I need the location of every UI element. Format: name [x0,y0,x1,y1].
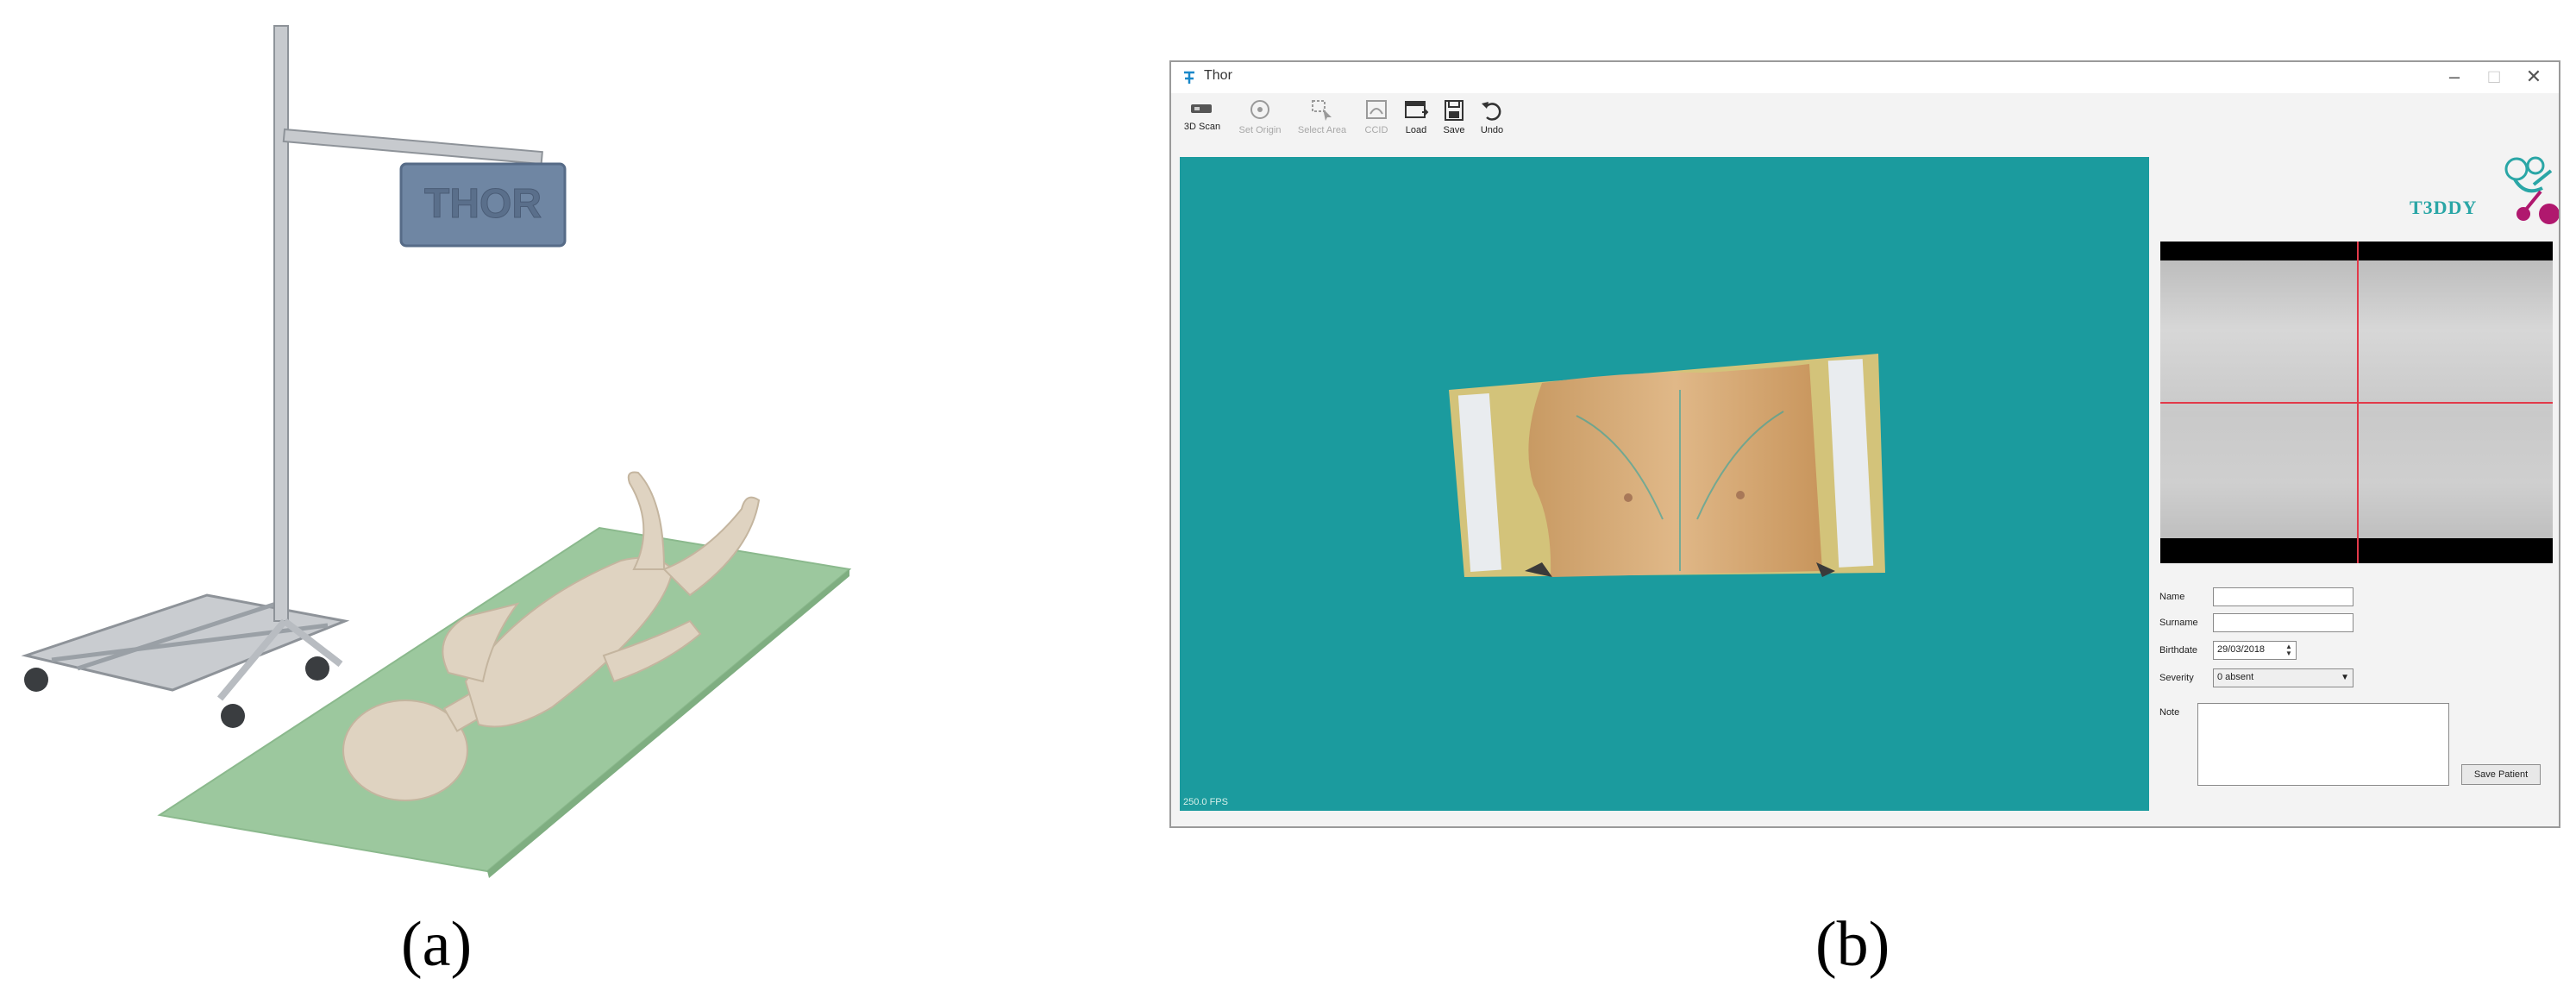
stand-arm [282,128,543,166]
save-icon [1445,100,1463,121]
severity-select[interactable]: 0 absent ▼ [2213,668,2353,687]
name-field[interactable] [2213,587,2353,606]
birthdate-value: 29/03/2018 [2217,644,2266,655]
teddy-logo-icon [2504,156,2559,224]
save-button[interactable]: Save [1437,97,1471,150]
minimize-button[interactable]: – [2435,64,2474,91]
crosshair-horizontal [2160,402,2553,404]
camera-preview [2160,242,2553,563]
set-origin-button[interactable]: Set Origin [1233,97,1287,150]
ccid-button[interactable]: CCID [1359,97,1394,150]
scanner-setup-illustration: THOR [0,0,949,897]
note-textarea[interactable] [2197,703,2449,786]
ccid-label: CCID [1364,125,1388,135]
figure-label-b: (b) [1815,909,1890,980]
save-label: Save [1443,125,1465,135]
teddy-logo-text: T3DDY [2410,197,2478,218]
toolbar: 3D Scan Set Origin Select Area CCID Load… [1171,93,2559,154]
scanner-render: THOR [21,25,852,878]
load-button[interactable]: Load [1399,97,1433,150]
3d-scan-button[interactable]: 3D Scan [1180,97,1225,150]
fps-readout: 250.0 FPS [1183,797,1228,807]
chevron-down-icon: ▼ [2341,673,2349,682]
device-brand-text: THOR [424,181,542,227]
undo-label: Undo [1480,125,1504,135]
ccid-icon [1366,100,1387,119]
3d-scan-label: 3D Scan [1183,122,1221,132]
note-label: Note [2159,707,2180,718]
window-title: Thor [1204,68,1232,83]
title-bar: Thor – □ ✕ [1171,62,2559,93]
set-origin-label: Set Origin [1238,125,1282,135]
load-icon [1405,101,1429,118]
load-label: Load [1405,125,1427,135]
select-area-button[interactable]: Select Area [1292,97,1352,150]
save-patient-button[interactable]: Save Patient [2461,764,2541,785]
severity-label: Severity [2159,673,2194,683]
spin-arrows-icon[interactable]: ▲ ▼ [2284,643,2294,657]
surname-label: Surname [2159,618,2198,628]
birthdate-field[interactable]: 29/03/2018 ▲ ▼ [2213,641,2297,660]
app-logo-icon [1184,71,1194,84]
close-button[interactable]: ✕ [2514,64,2554,91]
stand-pole [273,25,289,622]
undo-icon [1482,102,1501,121]
severity-value: 0 absent [2217,672,2254,682]
name-label: Name [2159,592,2185,602]
stand-base [21,593,350,728]
target-icon [1250,100,1269,119]
right-panel: T3DDY Name Surname Birthdate 29/03/2018 … [2154,154,2559,826]
select-area-icon [1312,100,1332,121]
scanner-icon [1191,104,1212,113]
select-area-label: Select Area [1297,125,1347,135]
maximize-button[interactable]: □ [2474,64,2514,91]
birthdate-label: Birthdate [2159,645,2198,656]
thor-app-window: Thor – □ ✕ 3D Scan Set Origin Select Are… [1169,60,2560,828]
3d-viewport[interactable]: 250.0 FPS [1180,157,2149,811]
torso [1528,364,1822,577]
scan-render [1449,354,1885,577]
surname-field[interactable] [2213,613,2353,632]
undo-button[interactable]: Undo [1475,97,1509,150]
figure-label-a: (a) [401,909,473,980]
